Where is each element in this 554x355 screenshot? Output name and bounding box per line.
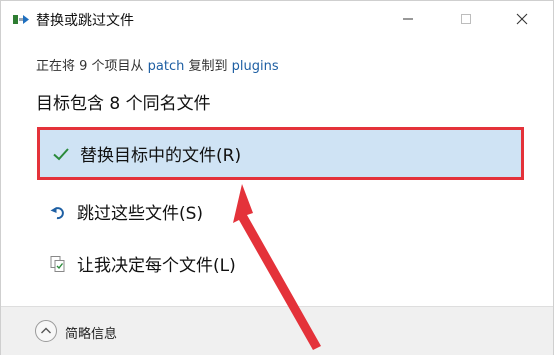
skip-files-option[interactable]: 跳过这些文件(S)	[37, 185, 524, 238]
checkmark-icon	[50, 143, 72, 165]
close-button[interactable]	[499, 1, 545, 37]
chevron-up-icon[interactable]	[34, 319, 58, 343]
maximize-icon	[461, 14, 471, 24]
copy-progress-text: 正在将 9 个项目从 patch 复制到 plugins	[36, 55, 279, 74]
replace-files-option[interactable]: 替换目标中的文件(R)	[37, 127, 524, 180]
maximize-button	[443, 1, 489, 37]
destination-folder-link[interactable]: plugins	[232, 59, 279, 74]
decide-icon	[47, 253, 69, 275]
window-title: 替换或跳过文件	[36, 13, 134, 29]
app-icon	[13, 15, 29, 24]
decide-each-file-label: 让我决定每个文件(L)	[77, 256, 236, 276]
skip-arrow-icon	[47, 201, 69, 223]
replace-or-skip-dialog: 替换或跳过文件 正在将 9 个项目从 patch 复制到 plugins 目标包…	[0, 0, 554, 355]
title-bar: 替换或跳过文件	[1, 1, 553, 37]
fewer-details-label[interactable]: 简略信息	[65, 323, 117, 342]
minimize-icon	[403, 18, 413, 20]
decide-each-file-option[interactable]: 让我决定每个文件(L)	[37, 237, 524, 290]
source-folder-link[interactable]: patch	[148, 59, 185, 74]
close-icon	[516, 13, 528, 25]
replace-files-label: 替换目标中的文件(R)	[80, 146, 242, 166]
progress-middle: 复制到	[184, 59, 232, 74]
dialog-footer: 简略信息	[1, 306, 553, 355]
progress-prefix: 正在将 9 个项目从	[36, 59, 148, 74]
skip-files-label: 跳过这些文件(S)	[77, 204, 204, 224]
minimize-button[interactable]	[385, 1, 431, 37]
conflict-heading: 目标包含 8 个同名文件	[36, 94, 211, 114]
